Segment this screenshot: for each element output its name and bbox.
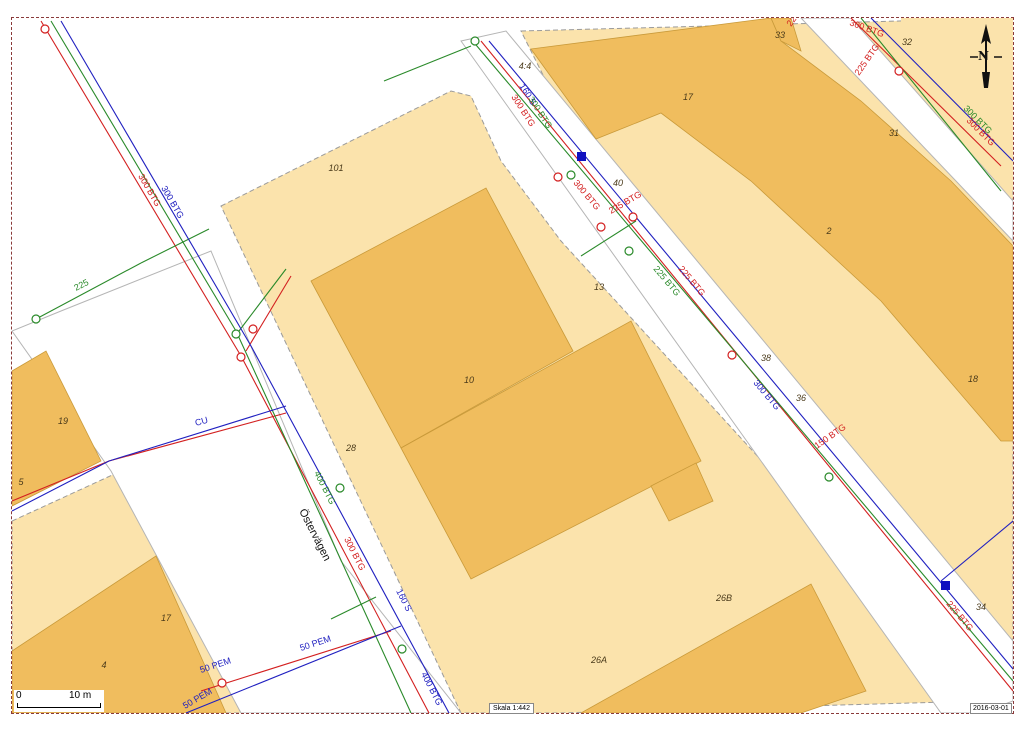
parcel-label: 13 <box>594 282 604 292</box>
scale-zero: 0 <box>16 690 22 701</box>
map-canvas[interactable]: 101 10 13 28 17 31 2 32 33 40 38 36 18 1… <box>11 17 1014 714</box>
parcel-label: 33 <box>775 30 785 40</box>
parcel-label: 40 <box>613 178 623 188</box>
scale-bar: 0 10 m <box>14 690 104 712</box>
parcel-label: 38 <box>761 353 771 363</box>
parcel-label: 17 <box>161 613 172 623</box>
parcel-label: 36 <box>796 393 806 403</box>
parcel-label: 4 <box>101 660 106 670</box>
scale-text: Skala 1:442 <box>489 703 534 714</box>
parcel-label: 18 <box>968 374 978 384</box>
pipe-label: 225 <box>72 277 90 293</box>
parcel-label: 19 <box>58 416 68 426</box>
parcel-label: 28 <box>345 443 356 453</box>
north-label: N <box>978 49 989 63</box>
scale-ten: 10 m <box>69 690 92 701</box>
parcel-label: 17 <box>683 92 694 102</box>
date-text: 2016-03-01 <box>970 703 1012 714</box>
pipe-label: 300 BTG <box>342 535 367 572</box>
parcel-label: 2 <box>825 226 831 236</box>
parcel-label: 26A <box>590 655 607 665</box>
parcel-label: 34 <box>976 602 986 612</box>
parcel-label: 10 <box>464 375 474 385</box>
parcel-label: 4:4 <box>519 61 532 71</box>
parcel-label: 101 <box>328 163 343 173</box>
parcel-label: 26B <box>715 593 732 603</box>
scale-bar-line <box>17 703 101 708</box>
parcel-label: 31 <box>889 128 899 138</box>
parcel-label: 32 <box>902 37 912 47</box>
